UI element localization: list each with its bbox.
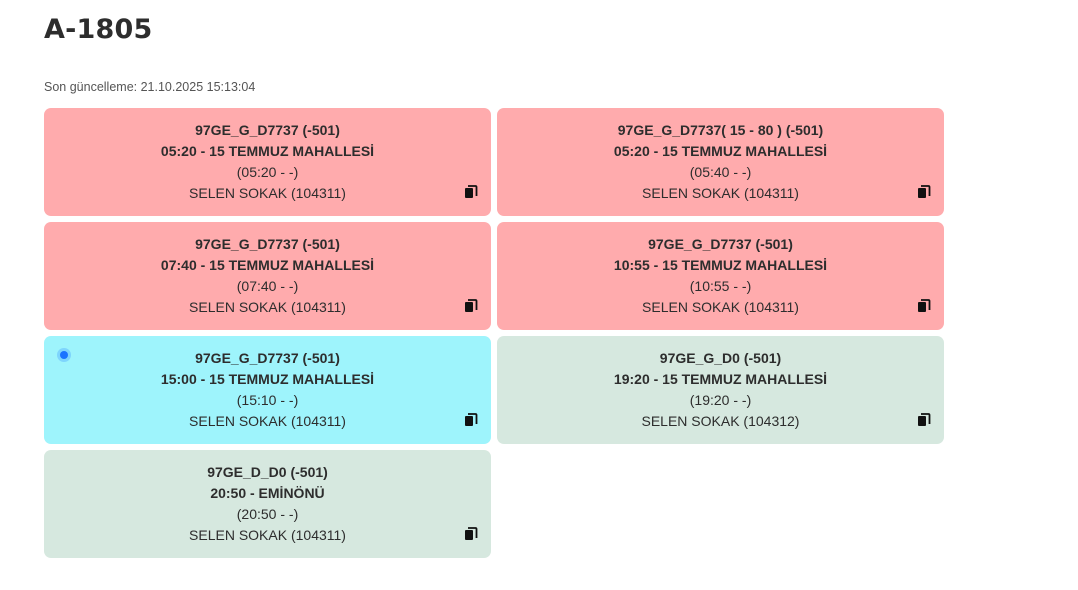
current-location-dot-icon: [57, 348, 71, 362]
trip-card-grid: 97GE_G_D7737 (-501) 05:20 - 15 TEMMUZ MA…: [44, 108, 944, 558]
trip-departure: 19:20 - 15 TEMMUZ MAHALLESİ: [613, 371, 828, 387]
trip-card[interactable]: 97GE_D_D0 (-501) 20:50 - EMİNÖNÜ (20:50 …: [44, 450, 491, 558]
trip-actual-time: (05:20 - -): [236, 164, 299, 180]
trip-stop: SELEN SOKAK (104311): [642, 299, 799, 315]
trip-actual-time: (20:50 - -): [236, 506, 299, 522]
trip-stop: SELEN SOKAK (104311): [642, 185, 799, 201]
trip-card[interactable]: 97GE_G_D7737 (-501) 10:55 - 15 TEMMUZ MA…: [497, 222, 944, 330]
trip-actual-time: (05:40 - -): [689, 164, 752, 180]
page-title: A-1805: [44, 14, 153, 45]
trip-card[interactable]: 97GE_G_D7737 (-501) 07:40 - 15 TEMMUZ MA…: [44, 222, 491, 330]
trip-actual-time: (19:20 - -): [689, 392, 752, 408]
trip-code: 97GE_G_D7737 (-501): [648, 236, 793, 252]
trip-departure: 05:20 - 15 TEMMUZ MAHALLESİ: [160, 143, 375, 159]
trip-code: 97GE_G_D7737( 15 - 80 ) (-501): [617, 122, 824, 138]
trip-actual-time: (07:40 - -): [236, 278, 299, 294]
trip-departure: 20:50 - EMİNÖNÜ: [210, 485, 325, 501]
trip-stop: SELEN SOKAK (104312): [641, 413, 800, 429]
trip-card[interactable]: 97GE_G_D7737 (-501) 05:20 - 15 TEMMUZ MA…: [44, 108, 491, 216]
trip-departure: 07:40 - 15 TEMMUZ MAHALLESİ: [160, 257, 375, 273]
trip-code: 97GE_G_D7737 (-501): [195, 350, 340, 366]
trip-departure: 15:00 - 15 TEMMUZ MAHALLESİ: [160, 371, 375, 387]
trip-stop: SELEN SOKAK (104311): [189, 413, 346, 429]
copy-icon[interactable]: [464, 412, 478, 426]
trip-stop: SELEN SOKAK (104311): [189, 527, 346, 543]
trip-departure: 05:20 - 15 TEMMUZ MAHALLESİ: [613, 143, 828, 159]
trip-code: 97GE_G_D7737 (-501): [195, 122, 340, 138]
trip-card[interactable]: 97GE_G_D7737( 15 - 80 ) (-501) 05:20 - 1…: [497, 108, 944, 216]
trip-departure: 10:55 - 15 TEMMUZ MAHALLESİ: [613, 257, 828, 273]
copy-icon[interactable]: [464, 526, 478, 540]
copy-icon[interactable]: [917, 298, 931, 312]
trip-code: 97GE_D_D0 (-501): [207, 464, 328, 480]
copy-icon[interactable]: [917, 412, 931, 426]
trip-card-current[interactable]: 97GE_G_D7737 (-501) 15:00 - 15 TEMMUZ MA…: [44, 336, 491, 444]
trip-card[interactable]: 97GE_G_D0 (-501) 19:20 - 15 TEMMUZ MAHAL…: [497, 336, 944, 444]
copy-icon[interactable]: [917, 184, 931, 198]
trip-actual-time: (15:10 - -): [236, 392, 299, 408]
trip-code: 97GE_G_D0 (-501): [659, 350, 782, 366]
copy-icon[interactable]: [464, 298, 478, 312]
trip-stop: SELEN SOKAK (104311): [189, 299, 346, 315]
trip-actual-time: (10:55 - -): [689, 278, 752, 294]
trip-code: 97GE_G_D7737 (-501): [195, 236, 340, 252]
trip-stop: SELEN SOKAK (104311): [189, 185, 346, 201]
last-update-text: Son güncelleme: 21.10.2025 15:13:04: [44, 80, 256, 94]
copy-icon[interactable]: [464, 184, 478, 198]
